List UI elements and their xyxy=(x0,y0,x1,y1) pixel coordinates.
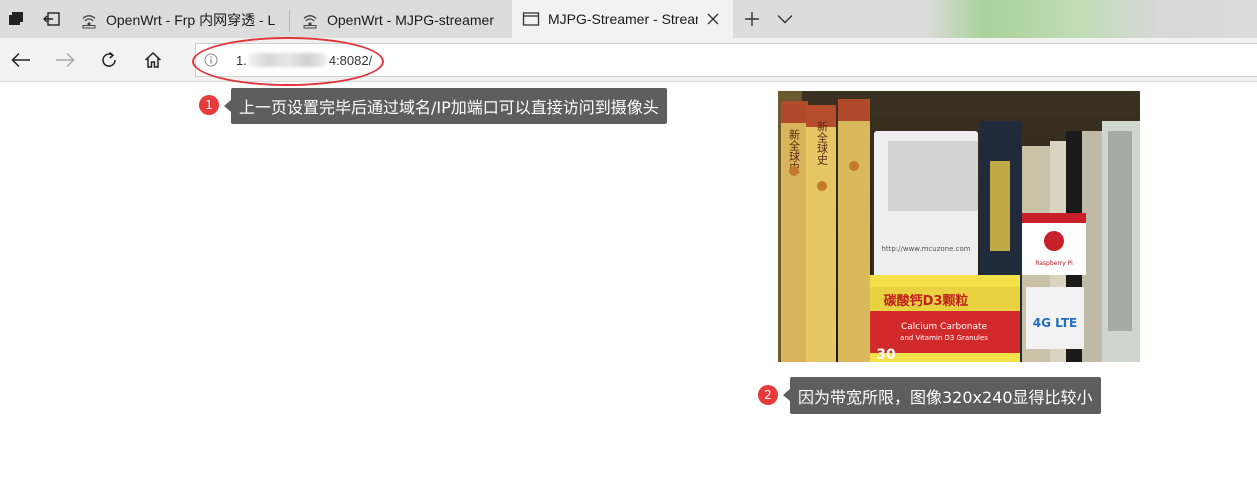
set-aside-icon xyxy=(43,12,60,26)
arrow-right-icon xyxy=(56,52,75,68)
arrow-left-icon xyxy=(11,52,30,68)
annotation-callout-2: 因为带宽所限，图像320x240显得比较小 xyxy=(783,377,1101,414)
tabs-stack-icon xyxy=(9,12,23,25)
page-icon xyxy=(522,12,540,26)
tab-openwrt-mjpg[interactable]: OpenWrt - MJPG-streamer xyxy=(291,2,511,38)
tab-title: OpenWrt - Frp 内网穿透 - L xyxy=(106,12,276,28)
forward-button[interactable] xyxy=(48,44,82,76)
close-icon xyxy=(707,13,719,25)
annotation-text: 因为带宽所限，图像320x240显得比较小 xyxy=(798,387,1093,407)
back-button[interactable] xyxy=(4,44,38,76)
router-icon xyxy=(82,15,96,29)
calcium-cn-label: 碳酸钙D3颗粒 xyxy=(884,293,969,309)
tab-actions-button[interactable] xyxy=(0,0,34,38)
close-tab-button[interactable] xyxy=(703,9,723,29)
chevron-down-icon xyxy=(777,15,793,24)
tab-bar: OpenWrt - Frp 内网穿透 - L OpenWrt - MJPG-st… xyxy=(0,0,1257,38)
url-redacted xyxy=(247,53,328,67)
refresh-icon xyxy=(102,51,116,67)
calcium-en-label: Calcium Carbonate xyxy=(901,322,988,332)
calcium-count-label: 30 xyxy=(876,347,896,362)
camera-stream-image: 新全球史 新全球史 http://www.mcuzone.com Raspber… xyxy=(778,91,1140,362)
tab-separator xyxy=(289,10,290,32)
url-text[interactable]: 1. 4:8082/ xyxy=(236,53,372,68)
home-icon xyxy=(144,51,162,68)
bookshelf-photo: 新全球史 新全球史 http://www.mcuzone.com Raspber… xyxy=(778,91,1140,362)
new-tab-button[interactable] xyxy=(737,0,767,38)
book-spine-label: 新全球史 xyxy=(816,120,829,166)
annotation-callout-1: 上一页设置完毕后通过域名/IP加端口可以直接访问到摄像头 xyxy=(224,88,667,124)
annotation-text: 上一页设置完毕后通过域名/IP加端口可以直接访问到摄像头 xyxy=(239,98,659,117)
annotation-badge-2: 2 xyxy=(758,385,778,405)
router-icon xyxy=(303,15,317,29)
url-prefix: 1. xyxy=(236,52,247,68)
set-aside-tabs-button[interactable] xyxy=(35,0,69,38)
tab-preview-button[interactable] xyxy=(770,0,800,38)
url-suffix: 4:8082/ xyxy=(328,52,373,68)
refresh-button[interactable] xyxy=(92,44,126,76)
navigation-bar: 1. 4:8082/ xyxy=(0,38,1257,82)
tab-openwrt-frp[interactable]: OpenWrt - Frp 内网穿透 - L xyxy=(70,2,290,38)
info-icon[interactable] xyxy=(204,53,218,67)
annotation-badge-1: 1 xyxy=(199,95,219,115)
lte-label: 4G LTE xyxy=(1033,316,1077,330)
calcium-en-label-2: and Vitamin D3 Granules xyxy=(900,334,988,342)
raspberry-pi-label: Raspberry Pi xyxy=(1035,260,1073,267)
home-button[interactable] xyxy=(136,44,170,76)
tab-title: MJPG-Streamer - Strear xyxy=(548,11,698,27)
box-url-label: http://www.mcuzone.com xyxy=(881,245,970,253)
tab-title: OpenWrt - MJPG-streamer xyxy=(327,12,494,28)
plus-icon xyxy=(745,12,759,26)
tab-mjpg-streamer[interactable]: MJPG-Streamer - Strear xyxy=(512,0,733,38)
address-bar[interactable]: 1. 4:8082/ xyxy=(195,43,1257,77)
